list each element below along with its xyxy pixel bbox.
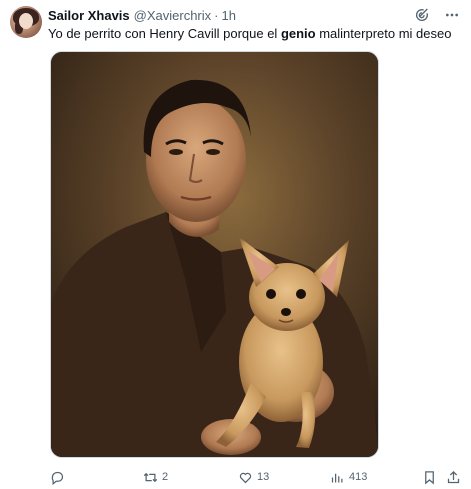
separator-dot: · [214,7,219,23]
like-button[interactable]: 13 [238,468,269,486]
tweet-actions: 2 13 413 [48,468,461,486]
author-handle[interactable]: @Xavierchrix [134,8,212,23]
bookmark-button[interactable] [422,468,437,486]
tweet-text-start: Yo de perrito con Henry Cavill porque el [48,26,281,41]
avatar[interactable] [10,6,42,38]
grok-icon[interactable] [413,6,431,24]
tweet-text-bold: genio [280,26,316,41]
views-count: 413 [349,471,368,483]
share-button[interactable] [446,468,461,486]
author-name[interactable]: Sailor Xhavis [48,8,130,23]
portrait-image [51,52,378,457]
tweet-header: Sailor Xhavis @Xavierchrix · 1h [48,6,236,24]
views-icon [331,473,343,482]
more-options-icon[interactable] [443,6,461,24]
reply-icon [51,471,64,485]
tweet-image[interactable] [50,51,379,458]
tweet[interactable]: Sailor Xhavis @Xavierchrix · 1h Yo de pe… [0,0,471,489]
heart-icon [239,472,252,483]
retweet-count: 2 [162,471,169,483]
tweet-time[interactable]: 1h [222,8,236,23]
tweet-text: Yo de perrito con Henry Cavill porque el… [48,25,451,43]
retweet-icon [143,472,158,482]
bookmark-icon [425,470,434,484]
views-button[interactable]: 413 [330,468,367,486]
share-icon [447,470,460,483]
tweet-text-end: malinterpreto mi deseo [315,26,452,41]
reply-button[interactable] [50,468,69,486]
top-icons [413,6,461,24]
avatar-face [19,13,33,29]
retweet-button[interactable]: 2 [143,468,168,486]
like-count: 13 [257,471,270,483]
